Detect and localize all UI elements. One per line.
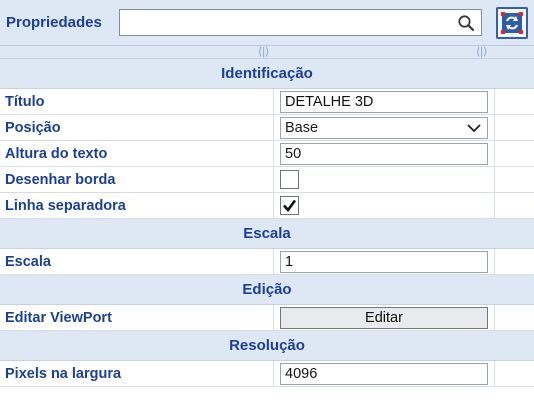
chevron-down-icon[interactable] [467,121,481,135]
select-value: Base [285,120,319,136]
column-resize-handle[interactable]: ⟨|⟩ [476,45,487,58]
property-row-pixels-na-largura: Pixels na largura 4096 [0,361,534,387]
posicao-select[interactable]: Base [280,117,488,139]
property-label: Linha separadora [0,193,274,219]
pixels-na-largura-input[interactable]: 4096 [280,363,488,385]
refresh-button[interactable] [496,7,528,39]
property-row-posicao: Posição Base [0,115,534,141]
property-label: Altura do texto [0,141,274,167]
property-label: Título [0,89,274,115]
altura-do-texto-input[interactable]: 50 [280,143,488,165]
property-label: Posição [0,115,274,141]
search-input[interactable] [120,10,481,35]
property-label: Editar ViewPort [0,305,274,331]
search-box[interactable] [119,9,482,36]
section-header-resolucao[interactable]: Resolução [0,331,534,361]
search-icon[interactable] [457,14,475,32]
property-row-editar-viewport: Editar ViewPort Editar [0,305,534,331]
linha-separadora-checkbox[interactable] [280,196,299,215]
section-header-escala[interactable]: Escala [0,219,534,249]
section-header-identificacao[interactable]: Identificação [0,59,534,89]
properties-header: Propriedades [0,0,534,46]
property-grid: Identificação Título DETALHE 3D Posição … [0,59,534,387]
desenhar-borda-checkbox[interactable] [280,170,299,189]
property-label: Desenhar borda [0,167,274,193]
refresh-icon [501,12,523,34]
column-resize-handle[interactable]: ⟨|⟩ [258,45,269,58]
property-row-linha-separadora: Linha separadora [0,193,534,219]
section-header-edicao[interactable]: Edição [0,275,534,305]
column-splitter-bar: ⟨|⟩ ⟨|⟩ [0,46,534,59]
property-row-titulo: Título DETALHE 3D [0,89,534,115]
checkmark-icon [283,199,297,213]
property-label: Escala [0,249,274,275]
property-row-desenhar-borda: Desenhar borda [0,167,534,193]
editar-button[interactable]: Editar [280,307,488,329]
panel-title: Propriedades [6,14,102,31]
property-row-altura-do-texto: Altura do texto 50 [0,141,534,167]
property-label: Pixels na largura [0,361,274,387]
escala-input[interactable]: 1 [280,251,488,273]
property-row-escala: Escala 1 [0,249,534,275]
titulo-input[interactable]: DETALHE 3D [280,91,488,113]
